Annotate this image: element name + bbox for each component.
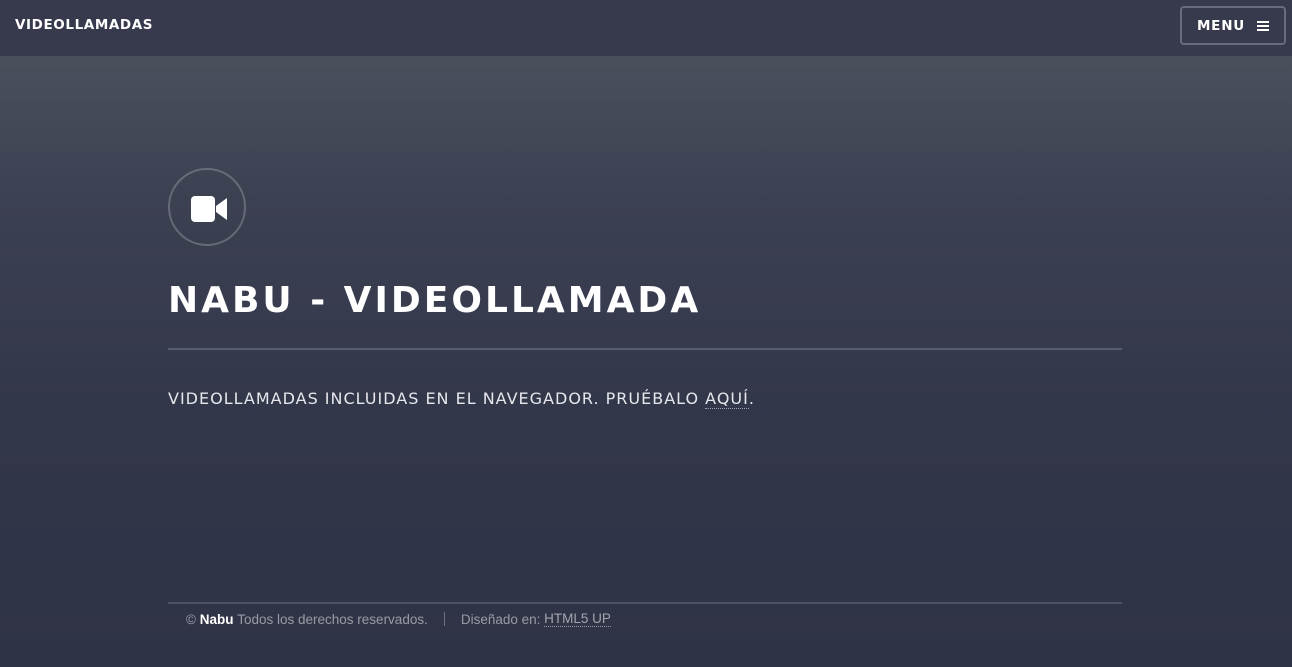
hamburger-icon <box>1257 20 1270 31</box>
menu-button[interactable]: MENU <box>1180 6 1286 45</box>
subtitle-text: VIDEOLLAMADAS INCLUIDAS EN EL NAVEGADOR.… <box>168 389 706 408</box>
footer-divider <box>168 602 1122 604</box>
designer-link[interactable]: HTML5 UP <box>544 611 611 627</box>
page-title: NABU - VIDEOLLAMADA <box>168 280 702 321</box>
subtitle-suffix: . <box>748 389 755 408</box>
footer-rights: Todos los derechos reservados. <box>237 611 428 627</box>
menu-label: MENU <box>1196 17 1246 34</box>
footer-owner: Nabu <box>199 611 234 627</box>
footer-separator <box>443 612 445 626</box>
copyright-symbol: © <box>186 611 196 627</box>
designed-label: Diseñado en: <box>460 611 541 627</box>
page-subtitle: VIDEOLLAMADAS INCLUIDAS EN EL NAVEGADOR.… <box>168 389 755 409</box>
footer: © Nabu Todos los derechos reservados. Di… <box>186 611 611 627</box>
top-navbar: VIDEOLLAMADAS MENU <box>0 0 1292 56</box>
title-divider <box>168 348 1122 350</box>
video-camera-icon-circle <box>168 168 246 246</box>
video-camera-icon <box>191 196 227 222</box>
try-it-link[interactable]: AQUÍ <box>705 389 749 409</box>
brand-link[interactable]: VIDEOLLAMADAS <box>15 17 153 33</box>
